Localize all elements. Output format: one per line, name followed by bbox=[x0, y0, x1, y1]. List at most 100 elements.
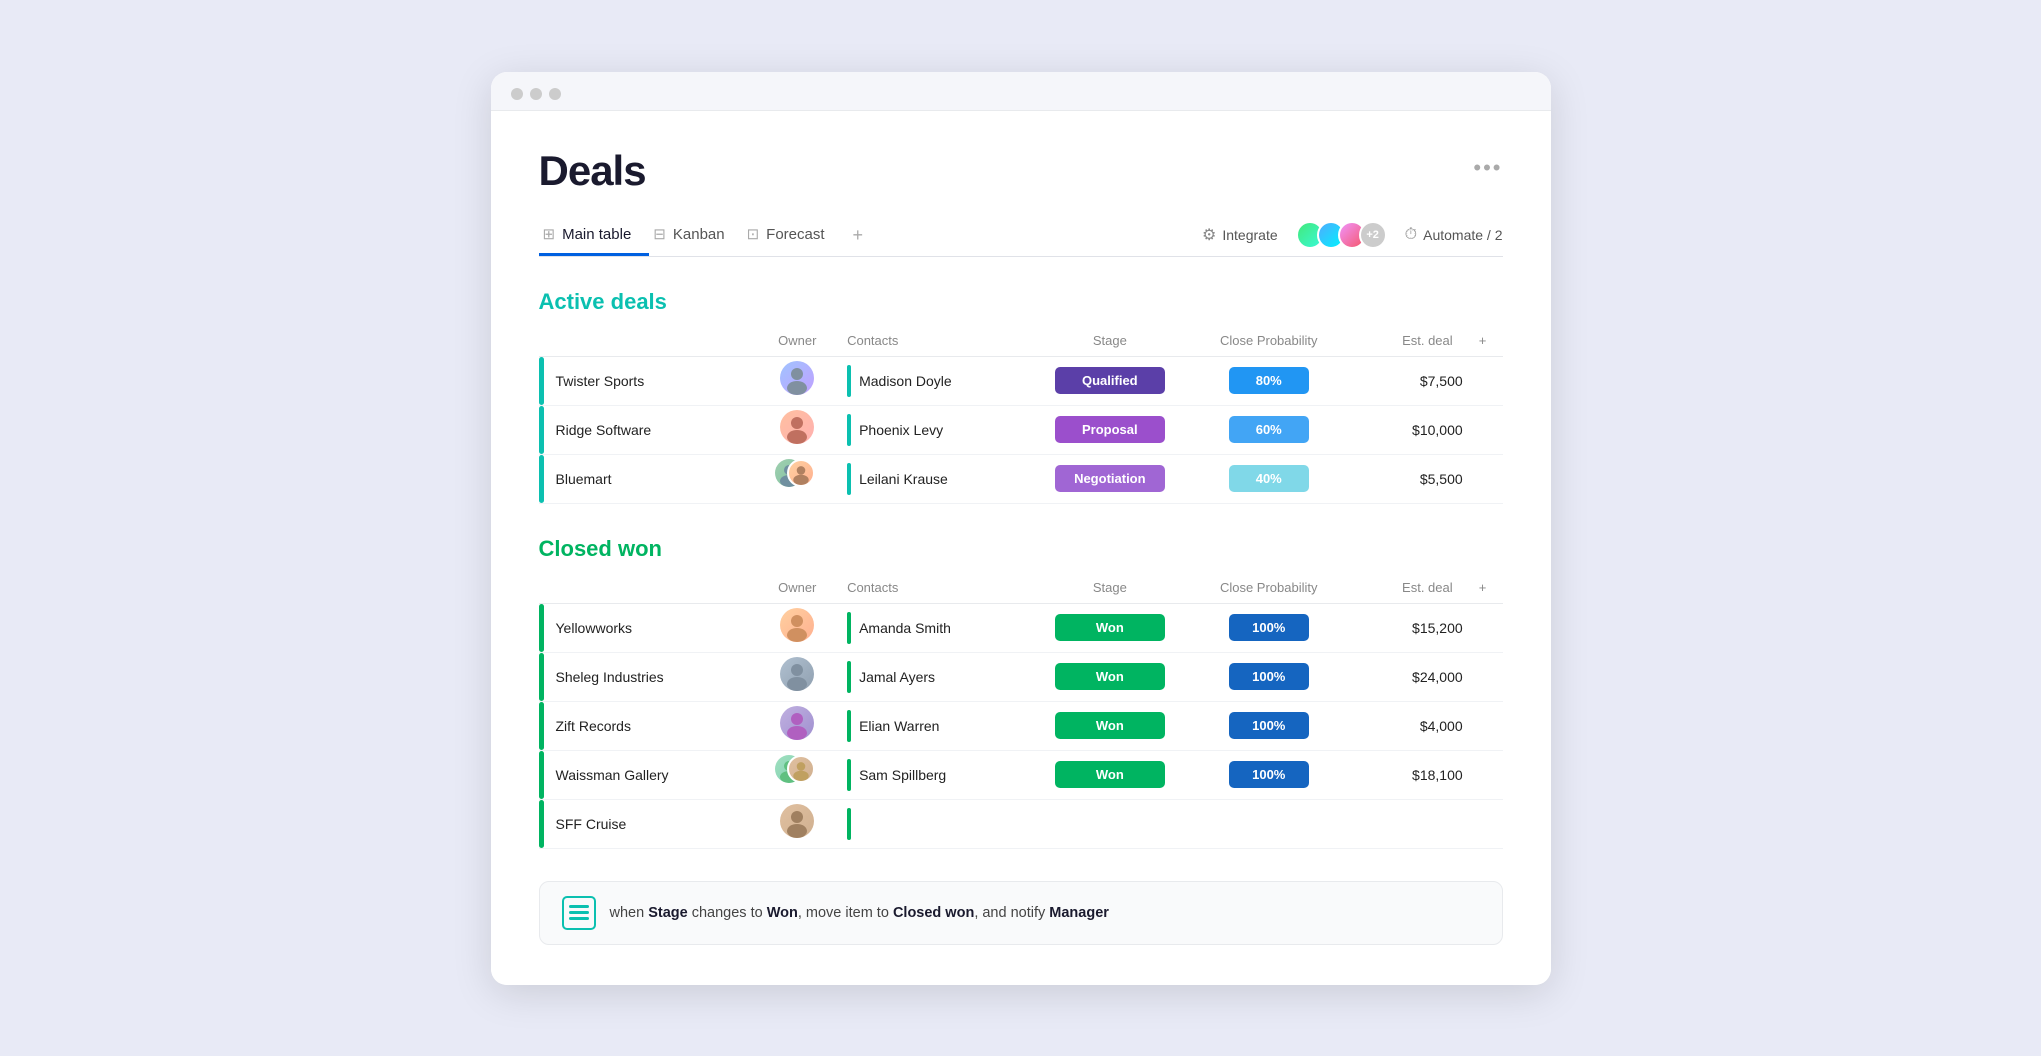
add-tab-button[interactable]: + bbox=[843, 215, 874, 256]
kanban-icon: ⊟ bbox=[653, 225, 666, 243]
row-accent bbox=[539, 406, 544, 454]
contact-cell: Elian Warren bbox=[837, 701, 1035, 750]
contact-accent bbox=[847, 759, 851, 791]
contact-cell: Phoenix Levy bbox=[837, 405, 1035, 454]
est-cell: $18,100 bbox=[1353, 750, 1463, 799]
contact-cell: Madison Doyle bbox=[837, 356, 1035, 405]
stage-badge: Negotiation bbox=[1055, 465, 1165, 492]
row-accent bbox=[539, 357, 544, 405]
add-row-button[interactable] bbox=[1463, 652, 1503, 701]
window-body: Deals ••• ⊞ Main table ⊟ Kanban ⊡ Foreca… bbox=[491, 111, 1551, 985]
prob-cell bbox=[1184, 799, 1353, 848]
stage-cell: Won bbox=[1035, 652, 1184, 701]
owner-cell bbox=[757, 652, 837, 701]
prob-badge: 100% bbox=[1229, 663, 1309, 690]
prob-badge: 80% bbox=[1229, 367, 1309, 394]
deal-name: SFF Cruise bbox=[556, 803, 696, 845]
stage-cell: Won bbox=[1035, 603, 1184, 652]
tab-kanban-label: Kanban bbox=[673, 226, 725, 243]
stage-badge: Won bbox=[1055, 614, 1165, 641]
table-row: Twister Sports Madison Doyle bbox=[539, 356, 1503, 405]
tab-main-table-label: Main table bbox=[562, 226, 631, 243]
prob-cell: 100% bbox=[1184, 652, 1353, 701]
contact-accent bbox=[847, 808, 851, 840]
stage-cell: Qualified bbox=[1035, 356, 1184, 405]
col-deal-name-won bbox=[539, 576, 758, 604]
avatar bbox=[780, 706, 814, 740]
table-row: Sheleg Industries Jamal Ayers bbox=[539, 652, 1503, 701]
est-cell: $15,200 bbox=[1353, 603, 1463, 652]
avatar bbox=[780, 361, 814, 395]
contact-cell bbox=[837, 799, 1035, 848]
col-add-won[interactable]: + bbox=[1463, 576, 1503, 604]
dot-2 bbox=[530, 88, 542, 100]
tab-main-table[interactable]: ⊞ Main table bbox=[539, 215, 650, 256]
table-row: Waissman Gallery bbox=[539, 750, 1503, 799]
col-prob-won: Close Probability bbox=[1184, 576, 1353, 604]
table-row: Yellowworks Amanda Smith bbox=[539, 603, 1503, 652]
stage-badge: Won bbox=[1055, 712, 1165, 739]
automate-label: Automate / 2 bbox=[1423, 227, 1502, 243]
add-row-button[interactable] bbox=[1463, 454, 1503, 503]
contact-accent bbox=[847, 710, 851, 742]
active-deals-table: Owner Contacts Stage Close Probability E… bbox=[539, 329, 1503, 504]
deal-name: Bluemart bbox=[556, 458, 696, 500]
deal-name-cell: SFF Cruise bbox=[539, 799, 758, 848]
avatar bbox=[780, 608, 814, 642]
row-accent bbox=[539, 455, 544, 503]
tab-forecast-label: Forecast bbox=[766, 226, 824, 243]
integrate-icon: ⚙ bbox=[1202, 225, 1216, 245]
deal-name-cell: Ridge Software bbox=[539, 405, 758, 454]
avatar bbox=[780, 804, 814, 838]
table-row: Zift Records Elian Warren bbox=[539, 701, 1503, 750]
prob-cell: 100% bbox=[1184, 701, 1353, 750]
contact-cell: Leilani Krause bbox=[837, 454, 1035, 503]
contact-accent bbox=[847, 612, 851, 644]
deal-name-cell: Zift Records bbox=[539, 701, 758, 750]
automate-icon: ⏱ bbox=[1405, 226, 1417, 244]
more-options-button[interactable]: ••• bbox=[1473, 155, 1502, 181]
col-prob-active: Close Probability bbox=[1184, 329, 1353, 357]
add-row-button[interactable] bbox=[1463, 701, 1503, 750]
col-est-won: Est. deal bbox=[1353, 576, 1463, 604]
auto-mid2: , move item to bbox=[798, 905, 893, 921]
tab-kanban[interactable]: ⊟ Kanban bbox=[649, 215, 742, 256]
stage-cell: Won bbox=[1035, 701, 1184, 750]
owner-cell bbox=[757, 356, 837, 405]
collaborator-avatars: +2 bbox=[1296, 221, 1387, 249]
deal-name: Waissman Gallery bbox=[556, 754, 696, 796]
closed-won-title: Closed won bbox=[539, 536, 1503, 562]
tab-forecast[interactable]: ⊡ Forecast bbox=[743, 215, 843, 256]
stage-badge: Proposal bbox=[1055, 416, 1165, 443]
add-row-button[interactable] bbox=[1463, 356, 1503, 405]
deal-name: Zift Records bbox=[556, 705, 696, 747]
deal-name-cell: Sheleg Industries bbox=[539, 652, 758, 701]
forecast-icon: ⊡ bbox=[747, 225, 760, 243]
prob-cell: 80% bbox=[1184, 356, 1353, 405]
add-row-button[interactable] bbox=[1463, 799, 1503, 848]
contact-name: Madison Doyle bbox=[859, 373, 952, 389]
auto-group-label: Closed won bbox=[893, 905, 974, 921]
add-row-button[interactable] bbox=[1463, 750, 1503, 799]
integrate-button[interactable]: ⚙ Integrate bbox=[1202, 225, 1278, 245]
stage-cell: Proposal bbox=[1035, 405, 1184, 454]
owner-cell bbox=[757, 750, 837, 799]
table-row: Ridge Software Phoenix Levy bbox=[539, 405, 1503, 454]
add-row-button[interactable] bbox=[1463, 603, 1503, 652]
dot-3 bbox=[549, 88, 561, 100]
add-row-button[interactable] bbox=[1463, 405, 1503, 454]
automate-button[interactable]: ⏱ Automate / 2 bbox=[1405, 226, 1503, 244]
deal-name-cell: Waissman Gallery bbox=[539, 750, 758, 799]
active-deals-title: Active deals bbox=[539, 289, 1503, 315]
col-owner-active: Owner bbox=[757, 329, 837, 357]
avatar bbox=[780, 657, 814, 691]
col-deal-name-active bbox=[539, 329, 758, 357]
table-icon: ⊞ bbox=[543, 225, 556, 243]
automation-icon bbox=[562, 896, 596, 930]
prob-badge: 40% bbox=[1229, 465, 1309, 492]
dot-1 bbox=[511, 88, 523, 100]
col-add-active[interactable]: + bbox=[1463, 329, 1503, 357]
stage-badge: Won bbox=[1055, 663, 1165, 690]
owner-cell bbox=[757, 799, 837, 848]
avatar-double bbox=[775, 755, 819, 789]
